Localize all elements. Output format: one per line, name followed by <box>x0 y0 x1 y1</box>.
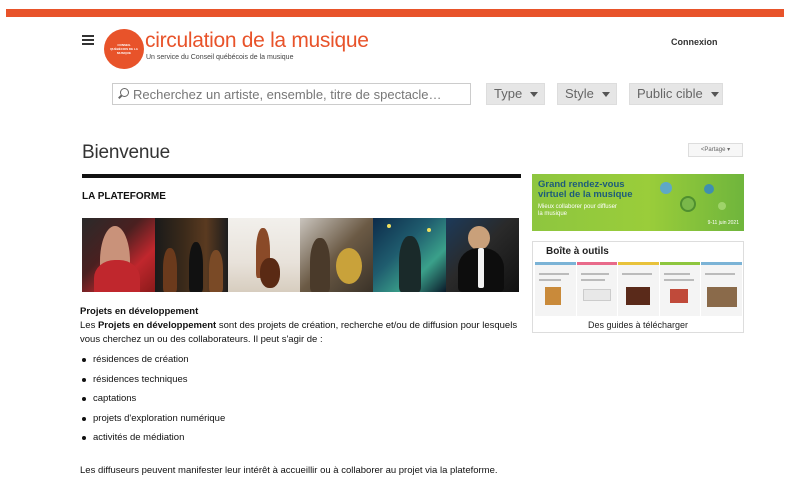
guide-thumbnails <box>535 262 742 316</box>
top-accent-bar <box>6 9 784 17</box>
banner-date: 9-11 juin 2021 <box>707 220 739 226</box>
login-link[interactable]: Connexion <box>671 37 718 47</box>
guide-thumbnail <box>701 262 742 316</box>
chevron-down-icon <box>710 92 719 98</box>
site-logo[interactable]: CONSEIL QUÉBÉCOIS DE LA MUSIQUE <box>104 29 144 69</box>
list-item: résidences de création <box>80 353 520 373</box>
platform-description: Projets en développement Les Projets en … <box>80 305 520 478</box>
hamburger-icon[interactable] <box>82 35 94 45</box>
molecule-graphic <box>660 182 672 194</box>
list-item: activités de médiation <box>80 431 520 451</box>
projects-intro: Les Projets en développement sont des pr… <box>80 319 520 347</box>
search-input[interactable] <box>133 85 463 103</box>
intro-bold: Projets en développement <box>97 320 217 331</box>
section-title: LA PLATEFORME <box>82 191 166 202</box>
molecule-graphic <box>704 184 714 194</box>
projects-heading: Projets en développement <box>80 306 199 317</box>
audience-label: Public cible <box>637 86 703 101</box>
style-label: Style <box>565 86 594 101</box>
share-button[interactable]: <Partage ▾ <box>688 143 743 157</box>
guide-thumbnail <box>618 262 659 316</box>
style-dropdown[interactable]: Style <box>557 83 617 105</box>
photo-brass-band <box>300 218 374 292</box>
banner-title: Grand rendez-vous virtuel de la musique <box>538 179 633 200</box>
list-item: résidences techniques <box>80 373 520 393</box>
intro-pre: Les <box>80 320 98 331</box>
chevron-down-icon <box>530 92 539 98</box>
guide-thumbnail <box>659 262 701 316</box>
logo-text: CONSEIL QUÉBÉCOIS DE LA MUSIQUE <box>110 43 138 55</box>
search-bar[interactable] <box>112 83 471 105</box>
photo-string-ensemble <box>154 218 228 292</box>
guide-thumbnail <box>535 262 576 316</box>
project-types-list: résidences de création résidences techni… <box>80 353 520 451</box>
photo-strip <box>82 218 519 292</box>
toolbox-card[interactable]: Boîte à outils Des guides à télécharger <box>532 241 744 333</box>
search-icon <box>120 88 129 97</box>
chevron-down-icon <box>601 92 610 98</box>
toolbox-caption: Des guides à télécharger <box>587 320 689 330</box>
molecule-graphic <box>718 202 726 210</box>
audience-dropdown[interactable]: Public cible <box>629 83 723 105</box>
list-item: captations <box>80 392 520 412</box>
banner-subtitle: Mieux collaborer pour diffuser la musiqu… <box>538 204 617 217</box>
site-subtitle: Un service du Conseil québécois de la mu… <box>146 54 294 61</box>
molecule-graphic <box>680 196 696 212</box>
type-label: Type <box>494 86 523 101</box>
event-banner[interactable]: Grand rendez-vous virtuel de la musique … <box>532 174 744 231</box>
photo-stage-performance <box>373 218 447 292</box>
closing-paragraph: Les diffuseurs peuvent manifester leur i… <box>80 464 498 476</box>
page-title: Bienvenue <box>82 142 170 163</box>
site-title[interactable]: circulation de la musique <box>145 29 369 53</box>
guide-thumbnail <box>576 262 618 316</box>
list-item: projets d'exploration numérique <box>80 412 520 432</box>
photo-cellist <box>227 218 301 292</box>
toolbox-title: Boîte à outils <box>546 246 609 257</box>
photo-clarinetist <box>446 218 519 292</box>
type-dropdown[interactable]: Type <box>486 83 545 105</box>
photo-singer <box>82 218 155 292</box>
section-divider <box>82 174 521 178</box>
site-header: CONSEIL QUÉBÉCOIS DE LA MUSIQUE circulat… <box>82 28 722 69</box>
